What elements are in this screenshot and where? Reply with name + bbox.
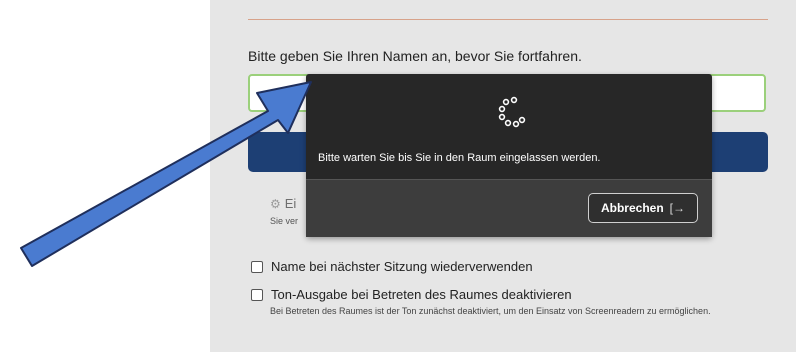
waiting-message: Bitte warten Sie bis Sie in den Raum ein… [318,152,601,164]
reuse-name-option[interactable]: Name bei nächster Sitzung wiederverwende… [251,259,533,274]
dialog-footer: Abbrechen [→ [306,179,712,237]
reuse-name-label: Name bei nächster Sitzung wiederverwende… [271,259,533,274]
mute-audio-label: Ton-Ausgabe bei Betreten des Raumes deak… [271,287,572,302]
settings-note: Sie ver [270,216,299,226]
mute-audio-checkbox[interactable] [251,288,263,301]
mute-audio-option[interactable]: Ton-Ausgabe bei Betreten des Raumes deak… [251,287,572,302]
name-prompt: Bitte geben Sie Ihren Namen an, bevor Si… [248,48,582,64]
loading-spinner-icon [498,96,526,128]
cancel-label: Abbrechen [600,201,664,215]
divider-line [248,19,768,20]
exit-arrow-icon: [→ [669,201,686,215]
cancel-button[interactable]: Abbrechen [→ [588,193,698,223]
reuse-name-checkbox[interactable] [251,260,263,273]
gear-icon: ⚙ [270,197,281,211]
settings-toggle[interactable]: ⚙ Ei [270,196,296,211]
settings-label: Ei [284,196,297,211]
waiting-dialog: Bitte warten Sie bis Sie in den Raum ein… [306,74,712,237]
mute-audio-note: Bei Betreten des Raumes ist der Ton zunä… [270,306,711,316]
